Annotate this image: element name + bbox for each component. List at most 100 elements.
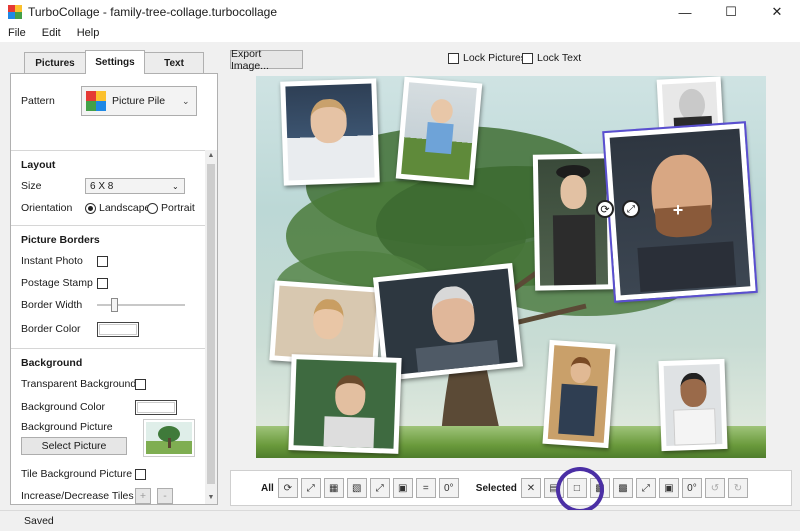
resize-handle-icon[interactable]: ⤢ [622,200,640,218]
tile-checkbox[interactable] [135,468,146,480]
rotate-right-icon[interactable]: ↻ [727,478,748,498]
scroll-down-icon[interactable]: ▼ [205,492,217,504]
export-image-button[interactable]: Export Image... [230,48,303,72]
pattern-row: Pattern Picture Pile ⌄ [21,86,211,116]
all-shuffle-icon[interactable]: ⤢ [300,478,321,498]
border-color-label: Border Color [21,323,81,335]
replace-picture-icon[interactable]: ▤ [543,478,564,498]
photo-girl[interactable] [280,78,380,186]
selected-expand-icon[interactable]: ⤢ [635,478,656,498]
settings-panel: Pictures Settings Text Pattern Picture P… [0,42,222,510]
orientation-row: Orientation Landscape Portrait [11,197,205,219]
pattern-value: Picture Pile [112,95,166,107]
status-text: Saved [24,515,54,527]
photo-girl-greenery[interactable] [288,354,402,454]
title-bar: TurboCollage - family-tree-collage.turbo… [0,0,800,24]
transparent-label: Transparent Background [21,378,137,390]
all-equal-icon[interactable]: = [415,478,436,498]
bg-picture-block: Background Picture Select Picture [11,419,205,459]
window-title: TurboCollage - family-tree-collage.turbo… [28,5,278,19]
scroll-up-icon[interactable]: ▲ [205,150,217,162]
increase-tiles-button[interactable]: + [135,488,151,504]
portrait-radio[interactable]: Portrait [147,202,195,214]
tab-pictures[interactable]: Pictures [24,52,86,74]
photo-boy-jacket[interactable] [542,339,616,449]
tab-settings[interactable]: Settings [85,50,145,74]
transparent-checkbox[interactable] [135,378,146,390]
photo-woman-hat[interactable] [532,153,614,291]
bg-color-swatch[interactable] [135,399,177,415]
bg-color-row: Background Color [11,395,205,419]
size-value: 6 X 8 [90,180,114,192]
maximize-button[interactable]: ☐ [708,0,754,24]
landscape-label: Landscape [99,202,151,214]
status-bar: Saved [0,510,800,531]
send-backward-icon[interactable]: ▩ [612,478,633,498]
all-zero-rotation-icon[interactable]: 0° [438,478,459,498]
panel-tabs: Pictures Settings Text [24,50,204,74]
lock-pictures-checkbox[interactable] [448,52,459,64]
minimize-button[interactable]: — [662,0,708,24]
rotate-left-icon[interactable]: ↺ [704,478,725,498]
lock-text-toggle[interactable]: Lock Text [522,52,581,64]
size-row: Size 6 X 8 ⌄ [11,175,205,197]
postage-stamp-row: Postage Stamp [11,272,205,294]
all-mosaic-icon[interactable]: ▧ [346,478,367,498]
bring-forward-icon[interactable]: ▩ [589,478,610,498]
pattern-label: Pattern [21,95,55,107]
menu-edit[interactable]: Edit [34,27,69,39]
menu-help[interactable]: Help [69,27,108,39]
arrange-toolbar: All ⟳ ⤢ ▦ ▧ ⤢ ▣ = 0° Selected ✕ ▤ □ ▩ ▩ … [230,470,792,506]
size-label: Size [21,180,42,192]
all-fit-icon[interactable]: ▣ [392,478,413,498]
borders-section-title: Picture Borders [11,225,205,250]
selected-fit-icon[interactable]: ▣ [658,478,679,498]
photo-smiling-man[interactable] [658,358,728,452]
picture-pile-icon [86,91,106,111]
lock-pictures-label: Lock Pictures [463,52,527,64]
postage-stamp-checkbox[interactable] [97,277,108,289]
tile-row: Tile Background Picture [11,463,205,485]
menu-file[interactable]: File [0,27,34,39]
rotate-handle-icon[interactable]: ⟳ [596,200,614,218]
size-dropdown[interactable]: 6 X 8 ⌄ [85,178,185,194]
all-label: All [261,482,274,494]
tiles-row: Increase/Decrease Tiles + - [11,485,205,504]
border-width-row: Border Width [11,294,205,316]
border-width-label: Border Width [21,299,83,311]
scrollbar-thumb[interactable] [207,164,215,484]
all-expand-icon[interactable]: ⤢ [369,478,390,498]
bg-color-label: Background Color [21,401,106,413]
photo-toddler[interactable] [395,76,483,186]
app-logo-icon [8,5,22,19]
decrease-tiles-button[interactable]: - [157,488,173,504]
lock-text-checkbox[interactable] [522,52,533,64]
all-rotate-icon[interactable]: ⟳ [277,478,298,498]
menu-bar: File Edit Help [0,24,800,42]
chevron-down-icon: ⌄ [182,95,190,106]
all-grid-icon[interactable]: ▦ [323,478,344,498]
close-button[interactable]: ✕ [754,0,800,24]
settings-tab-content: Pattern Picture Pile ⌄ Layout Size 6 X 8… [10,73,218,505]
landscape-radio[interactable]: Landscape [85,202,150,214]
settings-scrollbar[interactable]: ▲ ▼ [205,150,217,504]
layout-section-title: Layout [11,150,205,175]
pattern-dropdown[interactable]: Picture Pile ⌄ [81,86,197,116]
tiles-label: Increase/Decrease Tiles [21,490,134,502]
instant-photo-checkbox[interactable] [97,255,108,267]
slider-thumb[interactable] [111,298,118,312]
chevron-down-icon: ⌄ [172,181,179,191]
selected-label: Selected [475,482,517,494]
collage-canvas[interactable]: ⟳ ⤢ + [256,76,766,458]
tab-text[interactable]: Text [144,52,204,74]
move-crosshair-icon: + [672,200,684,220]
lock-pictures-toggle[interactable]: Lock Pictures [448,52,526,64]
selected-zero-rotation-icon[interactable]: 0° [681,478,702,498]
border-width-slider[interactable] [97,298,185,312]
select-picture-button[interactable]: Select Picture [21,437,127,455]
border-color-swatch[interactable] [97,321,139,337]
bg-picture-thumbnail [143,419,195,457]
delete-selected-icon[interactable]: ✕ [520,478,541,498]
crop-icon[interactable]: □ [566,478,587,498]
bg-picture-label: Background Picture [21,421,113,433]
